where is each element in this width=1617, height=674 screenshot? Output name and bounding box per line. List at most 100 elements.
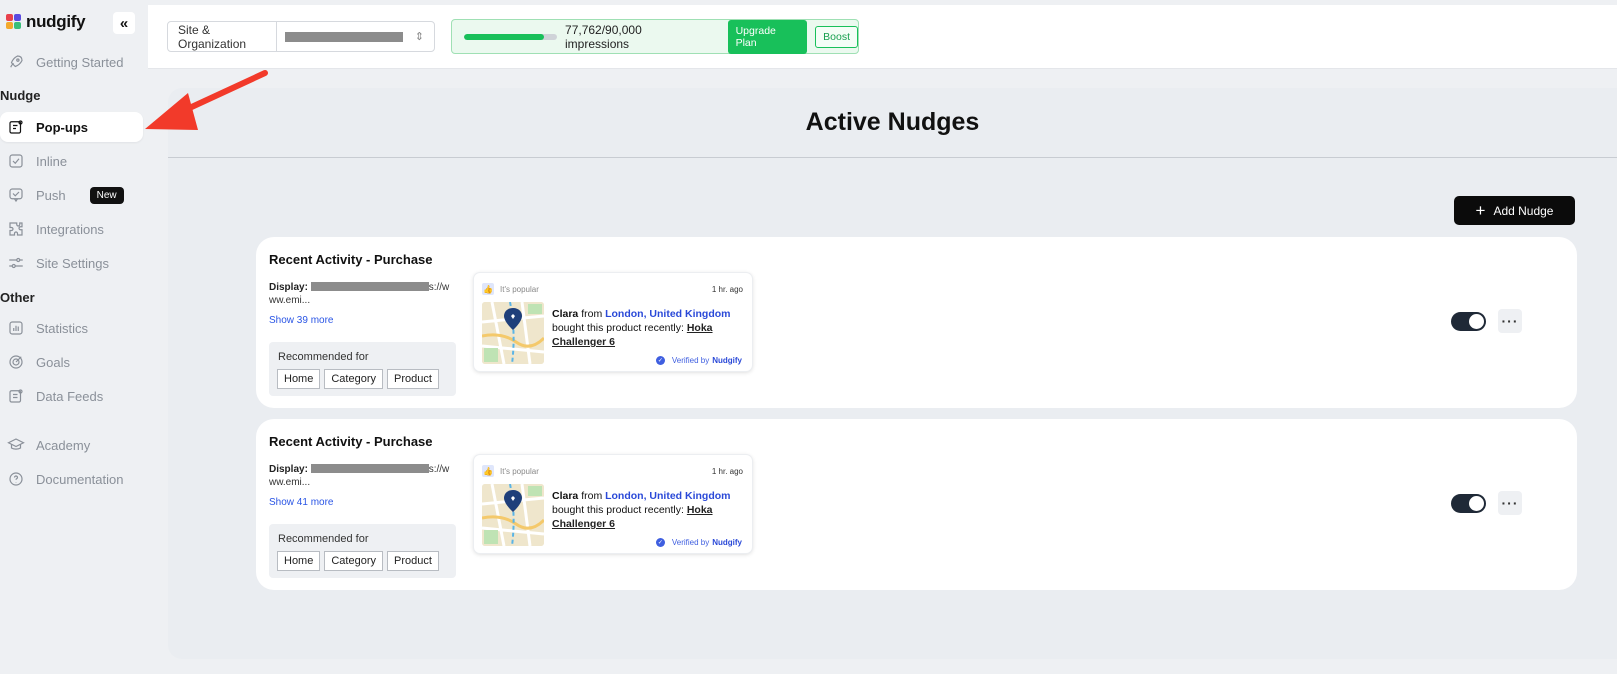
impressions-progress-bar [464,33,558,40]
add-nudge-label: Add Nudge [1493,203,1554,218]
more-options-button[interactable]: ··· [1498,309,1522,333]
sidebar: nudgify « Getting Started Nudge Pop-ups … [0,0,148,674]
plus-icon: + [1475,201,1486,220]
sidebar-item-label: Goals [36,354,70,370]
help-circle-icon [6,469,26,489]
logo[interactable]: nudgify [6,12,86,32]
verified-prefix: Verified by [671,538,710,547]
action-text: bought this product recently: [552,504,684,516]
nudge-preview[interactable]: 👍 It's popular 1 hr. ago Clara from Lond… [474,273,752,371]
nudge-card: Recent Activity - Purchase Display: s://… [256,419,1577,590]
bar-chart-icon [6,318,26,338]
display-urls: Display: s://w ww.emi... [269,281,455,307]
more-options-button[interactable]: ··· [1498,491,1522,515]
tag-product: Product [386,551,439,571]
preview-time: 1 hr. ago [711,467,743,476]
ellipsis-icon: ··· [1501,495,1519,511]
verified-brand: Nudgify [712,356,742,365]
sidebar-item-label: Getting Started [36,54,124,70]
recommended-for: Recommended for Home Category Product [269,524,456,578]
data-feed-icon [6,386,26,406]
verified-prefix: Verified by [671,356,710,365]
boost-button[interactable]: Boost [815,25,858,48]
add-nudge-button[interactable]: + Add Nudge [1454,196,1575,225]
customer-location: London, United Kingdom [605,490,731,502]
recommended-label: Recommended for [278,533,369,545]
map-pin-image [482,484,544,546]
graduation-cap-icon [6,435,26,455]
sidebar-item-site-settings[interactable]: Site Settings [0,248,143,278]
display-url-tail: s://w [428,464,450,475]
preview-header: 👍 It's popular [482,283,539,295]
recommended-label: Recommended for [278,351,369,363]
sidebar-item-documentation[interactable]: Documentation [0,464,143,494]
sidebar-item-label: Statistics [36,320,89,336]
nudge-card: Recent Activity - Purchase Display: s://… [256,237,1577,408]
nudgify-logo-icon [6,14,22,30]
sidebar-item-push[interactable]: Push New [0,180,143,210]
upgrade-plan-button[interactable]: Upgrade Plan [727,19,808,54]
tag-home: Home [277,551,321,571]
sidebar-item-label: Push [36,187,66,203]
preview-message: Clara from London, United Kingdom bought… [552,307,744,349]
preview-time: 1 hr. ago [711,285,743,294]
sidebar-item-label: Pop-ups [36,119,88,135]
main-content: Active Nudges + Add Nudge Recent Activit… [168,88,1617,659]
tag-category: Category [324,551,383,571]
display-url-line2: ww.emi... [269,477,311,488]
collapse-sidebar-button[interactable]: « [113,12,135,34]
site-select-value: ⇕ [277,30,434,43]
display-label: Display: [269,282,308,293]
verified-by: ✓ Verified by Nudgify [655,356,742,365]
show-more-link[interactable]: Show 39 more [269,315,333,326]
impressions-progress-fill [464,33,545,40]
thumbs-up-icon: 👍 [482,283,494,295]
from-text: from [581,308,603,320]
map-pin-image [482,302,544,364]
puzzle-icon [6,219,26,239]
page-title: Active Nudges [805,108,980,136]
nudge-enabled-toggle[interactable] [1451,312,1486,331]
sidebar-item-label: Inline [36,153,68,169]
sidebar-item-label: Site Settings [36,255,109,271]
sidebar-item-goals[interactable]: Goals [0,347,143,377]
sidebar-item-statistics[interactable]: Statistics [0,313,143,343]
show-more-link[interactable]: Show 41 more [269,497,333,508]
site-select-label: Site & Organization [168,22,277,51]
popup-icon [6,117,26,137]
verified-by: ✓ Verified by Nudgify [655,538,742,547]
preview-message: Clara from London, United Kingdom bought… [552,489,744,531]
sidebar-item-pop-ups[interactable]: Pop-ups [0,112,143,142]
double-chevron-left-icon: « [119,14,129,32]
nudge-preview[interactable]: 👍 It's popular 1 hr. ago Clara from Lond… [474,455,752,553]
new-badge: New [89,186,124,204]
redacted-site-name [284,31,403,42]
customer-location: London, United Kingdom [605,308,731,320]
nudge-enabled-toggle[interactable] [1451,494,1486,513]
sidebar-item-getting-started[interactable]: Getting Started [0,47,143,77]
sidebar-item-label: Documentation [36,471,124,487]
chevron-up-down-icon: ⇕ [414,31,424,43]
ellipsis-icon: ··· [1501,313,1519,329]
sliders-icon [6,253,26,273]
sidebar-item-inline[interactable]: Inline [0,146,143,176]
display-url-line2: ww.emi... [269,295,311,306]
check-circle-icon: ✓ [655,356,665,365]
target-icon [6,352,26,372]
sidebar-item-label: Academy [36,437,91,453]
sidebar-item-label: Data Feeds [36,388,104,404]
inline-icon [6,151,26,171]
tag-category: Category [324,369,383,389]
sidebar-item-data-feeds[interactable]: Data Feeds [0,381,143,411]
sidebar-item-integrations[interactable]: Integrations [0,214,143,244]
preview-header-text: It's popular [500,284,539,294]
site-organization-select[interactable]: Site & Organization ⇕ [167,21,435,52]
display-label: Display: [269,464,308,475]
impressions-text: 77,762/90,000 impressions [565,22,642,51]
redacted-url [310,282,429,291]
display-urls: Display: s://w ww.emi... [269,463,455,489]
customer-name: Clara [552,490,579,502]
push-icon [6,185,26,205]
recommended-for: Recommended for Home Category Product [269,342,456,396]
sidebar-item-academy[interactable]: Academy [0,430,143,460]
